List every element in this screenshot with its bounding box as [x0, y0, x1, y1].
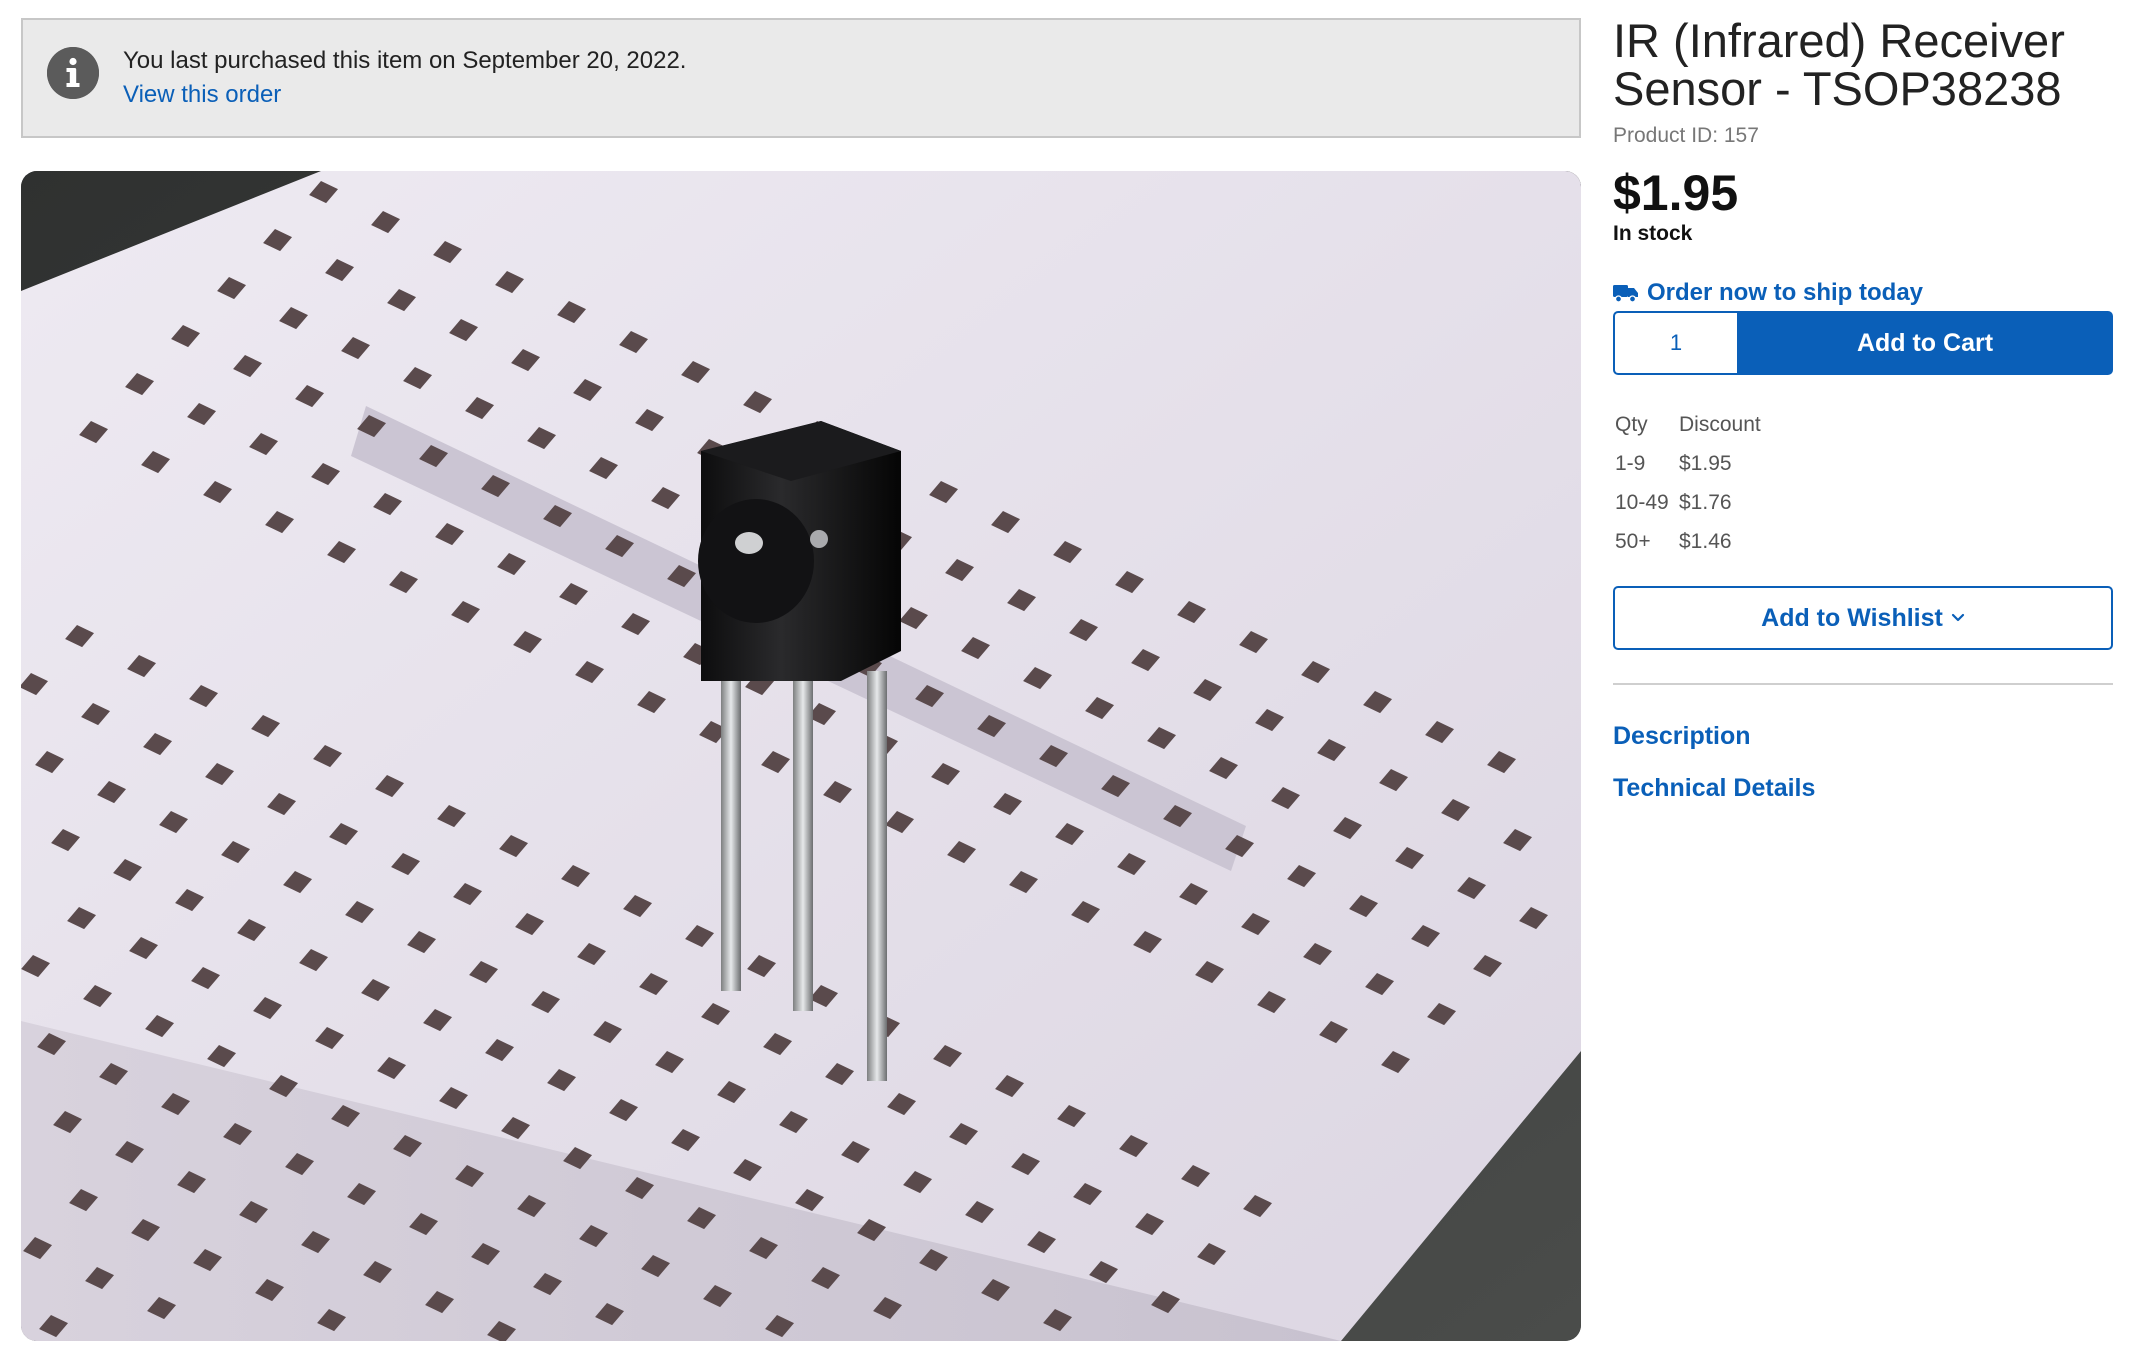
product-image[interactable] — [21, 171, 1581, 1341]
product-title: IR (Infrared) Receiver Sensor - TSOP3823… — [1613, 14, 2065, 115]
technical-details-link[interactable]: Technical Details — [1613, 774, 1815, 803]
add-to-cart-button[interactable]: Add to Cart — [1737, 311, 2113, 375]
discount-price: $1.46 — [1679, 529, 1732, 553]
stock-status: In stock — [1613, 222, 1693, 245]
discount-qty: 50+ — [1615, 529, 1651, 553]
discount-table: Qty Discount 1-9 $1.95 10-49 $1.76 50+ $… — [1615, 405, 1761, 561]
discount-price: $1.76 — [1679, 490, 1732, 514]
discount-row: 10-49 $1.76 — [1615, 483, 1761, 522]
description-link[interactable]: Description — [1613, 722, 1751, 751]
product-page: You last purchased this item on Septembe… — [0, 0, 2136, 1348]
add-to-wishlist-button[interactable]: Add to Wishlist — [1613, 586, 2113, 650]
discount-header-discount: Discount — [1679, 412, 1761, 436]
discount-header-qty: Qty — [1615, 412, 1648, 436]
product-price: $1.95 — [1613, 165, 1739, 221]
purchase-notice: You last purchased this item on Septembe… — [21, 18, 1581, 138]
product-id: Product ID: 157 — [1613, 124, 1759, 147]
notice-message: You last purchased this item on Septembe… — [123, 47, 687, 74]
discount-row: 1-9 $1.95 — [1615, 444, 1761, 483]
discount-row: 50+ $1.46 — [1615, 522, 1761, 561]
ship-today-label: Order now to ship today — [1647, 279, 1924, 306]
section-divider — [1613, 683, 2113, 685]
quantity-input[interactable] — [1613, 311, 1737, 375]
wishlist-label: Add to Wishlist — [1761, 603, 1943, 632]
chevron-down-icon — [1951, 613, 1965, 623]
info-icon — [47, 47, 99, 99]
truck-icon — [1613, 283, 1639, 303]
ship-today-note: Order now to ship today — [1613, 279, 1923, 307]
discount-qty: 1-9 — [1615, 451, 1646, 475]
discount-qty: 10-49 — [1615, 490, 1669, 514]
discount-header-row: Qty Discount — [1615, 405, 1761, 444]
discount-price: $1.95 — [1679, 451, 1732, 475]
view-order-link[interactable]: View this order — [123, 81, 281, 109]
